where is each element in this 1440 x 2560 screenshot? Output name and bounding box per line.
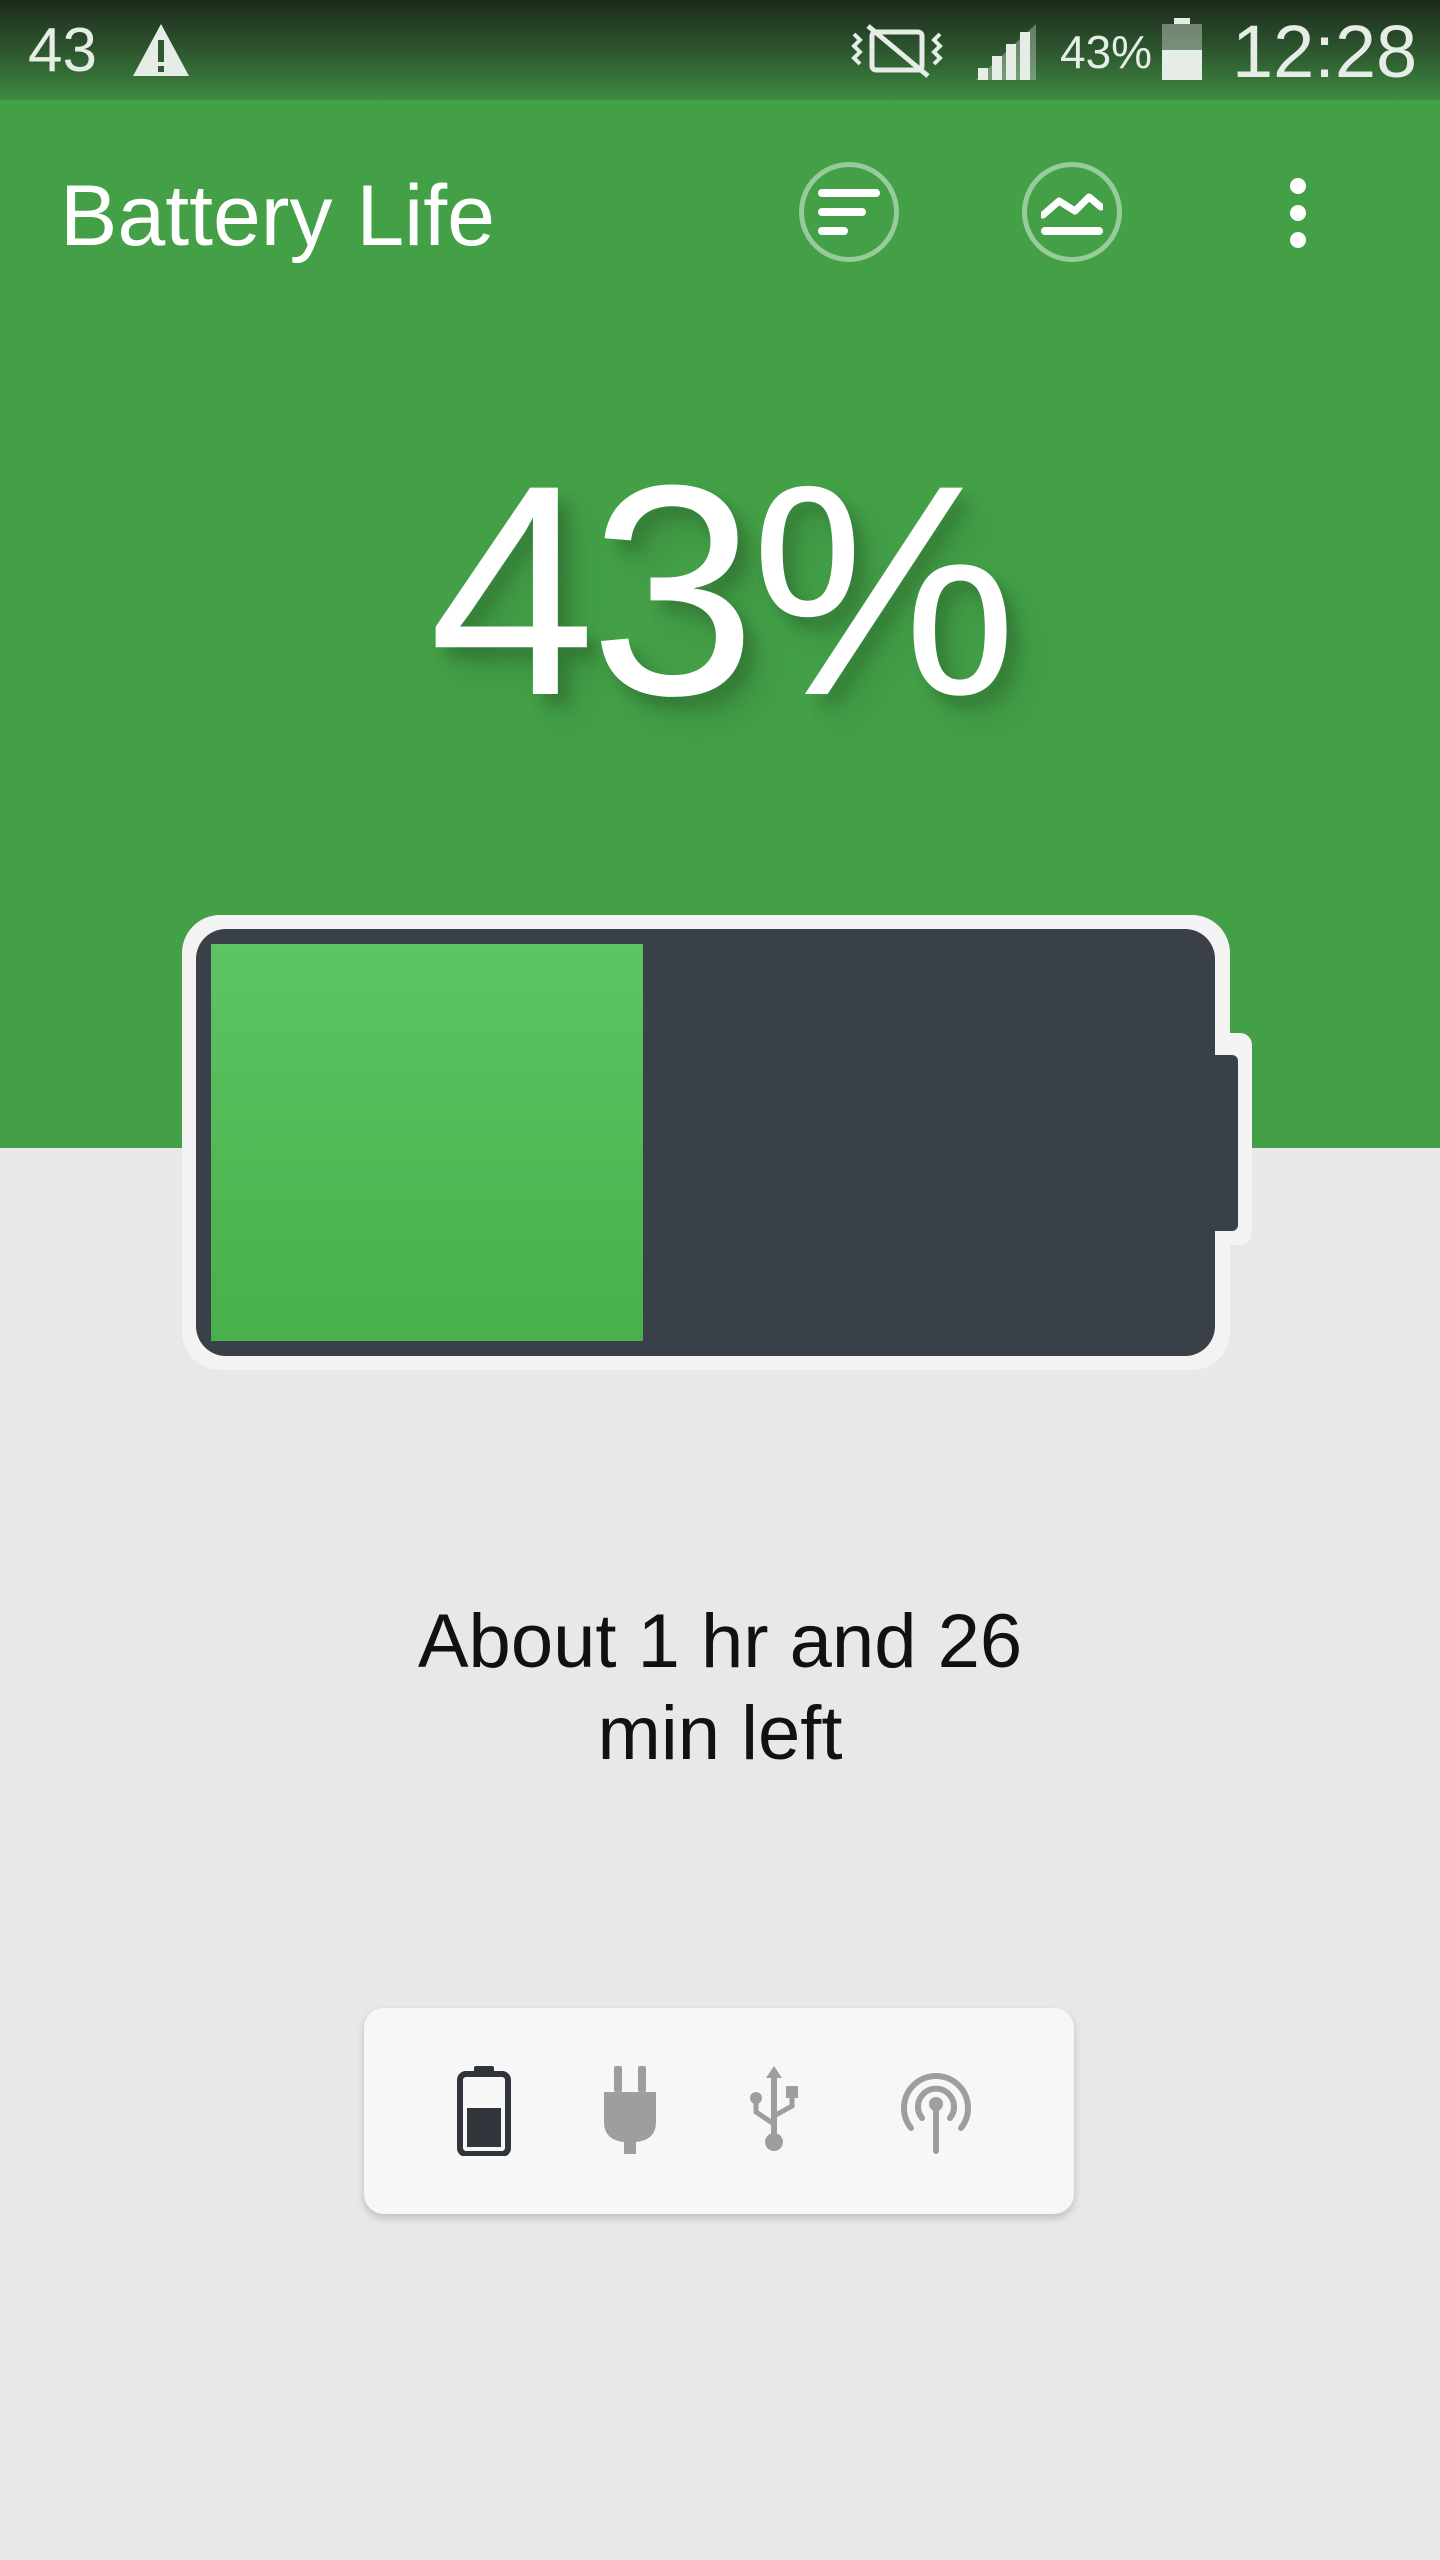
signal-icon (976, 24, 1036, 80)
battery-terminal (1202, 1055, 1238, 1231)
source-usb-button[interactable] (724, 2061, 824, 2161)
source-battery-button[interactable] (434, 2061, 534, 2161)
wireless-icon (901, 2073, 971, 2154)
more-vert-icon (1290, 178, 1306, 248)
battery-percent-label: 43% (428, 422, 1017, 758)
app-title: Battery Life (60, 168, 495, 264)
warning-icon (133, 24, 189, 76)
chart-button[interactable] (1022, 162, 1122, 262)
battery-level-graphic (182, 915, 1252, 1370)
status-time: 12:28 (1232, 10, 1418, 93)
status-battery-percent: 43% (1060, 26, 1153, 78)
source-ac-button[interactable] (580, 2061, 680, 2161)
time-remaining-label: About 1 hr and 26 min left (320, 1596, 1120, 1780)
notification-count: 43 (28, 16, 97, 85)
battery-icon (1162, 18, 1202, 80)
usb-icon (750, 2066, 798, 2151)
chart-icon (1041, 193, 1103, 235)
plug-icon (604, 2066, 656, 2154)
time-remaining-line2: min left (597, 1691, 843, 1776)
time-remaining-line1: About 1 hr and 26 (417, 1599, 1023, 1684)
status-bar: 43 43% 12:28 (0, 0, 1440, 100)
source-wireless-button[interactable] (886, 2061, 986, 2161)
vibrate-mute-icon (851, 24, 943, 78)
battery-icon (457, 2066, 511, 2156)
sort-icon (818, 189, 880, 235)
battery-fill (211, 944, 643, 1341)
sort-button[interactable] (799, 162, 899, 262)
power-source-card (364, 2008, 1074, 2214)
more-options-button[interactable] (1268, 168, 1328, 258)
